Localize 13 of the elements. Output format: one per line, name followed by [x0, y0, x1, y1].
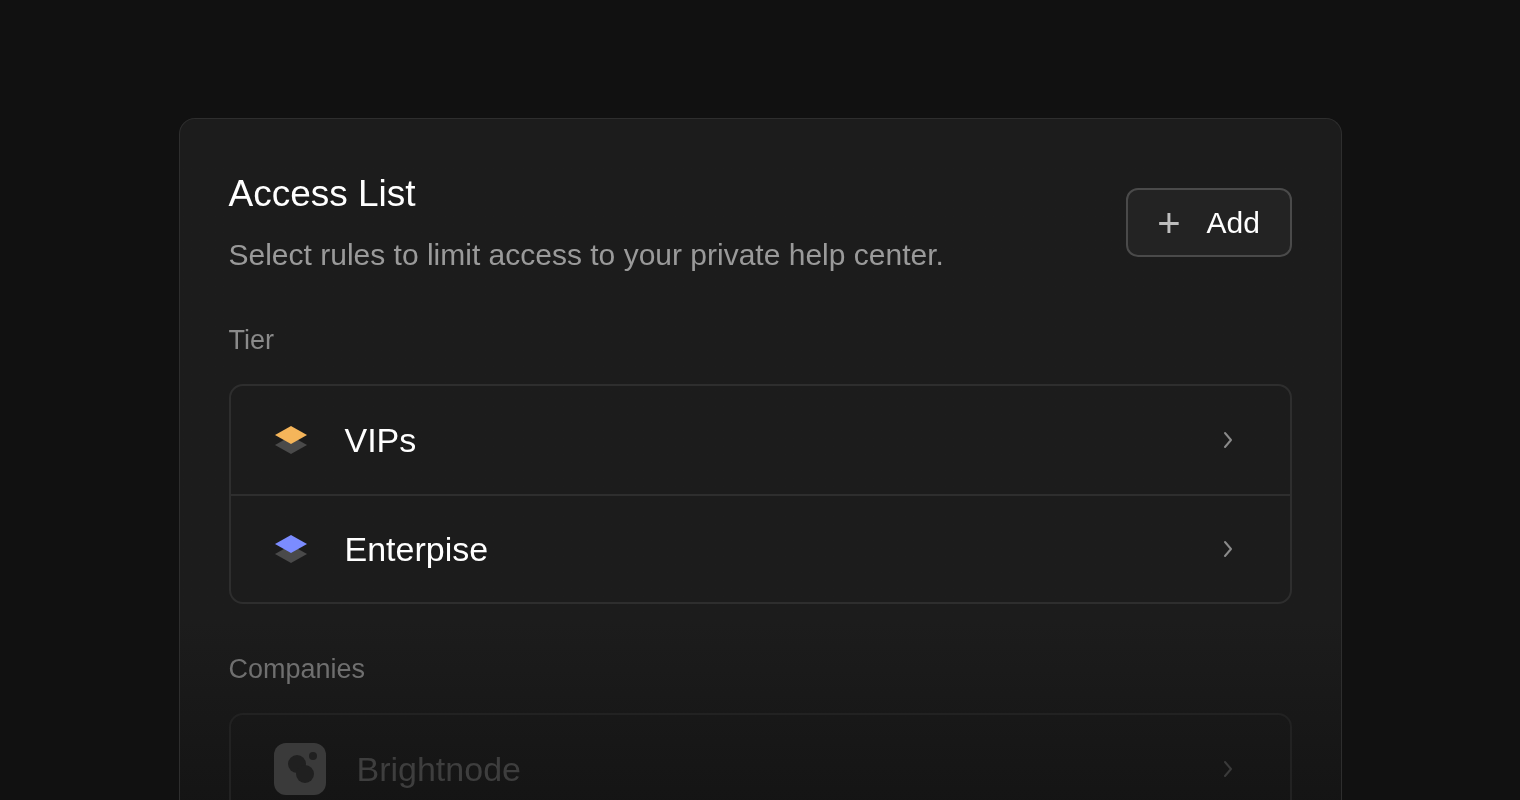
card-subtitle: Select rules to limit access to your private help center. — [228, 237, 944, 273]
section-label: Companies — [228, 653, 367, 686]
rule-row[interactable]: VIPs — [230, 386, 1290, 494]
chevron-right-icon — [1221, 759, 1234, 779]
rule-row[interactable]: Enterpise — [230, 494, 1290, 602]
add-button[interactable]: + Add — [1125, 188, 1292, 257]
company-logo-icon — [272, 742, 327, 796]
section-label: Tier — [228, 324, 275, 357]
rule-name: Enterpise — [344, 528, 490, 570]
rule-name: VIPs — [344, 419, 418, 461]
chevron-right-icon — [1221, 539, 1234, 559]
card-title: Access List — [228, 172, 417, 216]
chevron-right-icon — [1221, 430, 1234, 450]
